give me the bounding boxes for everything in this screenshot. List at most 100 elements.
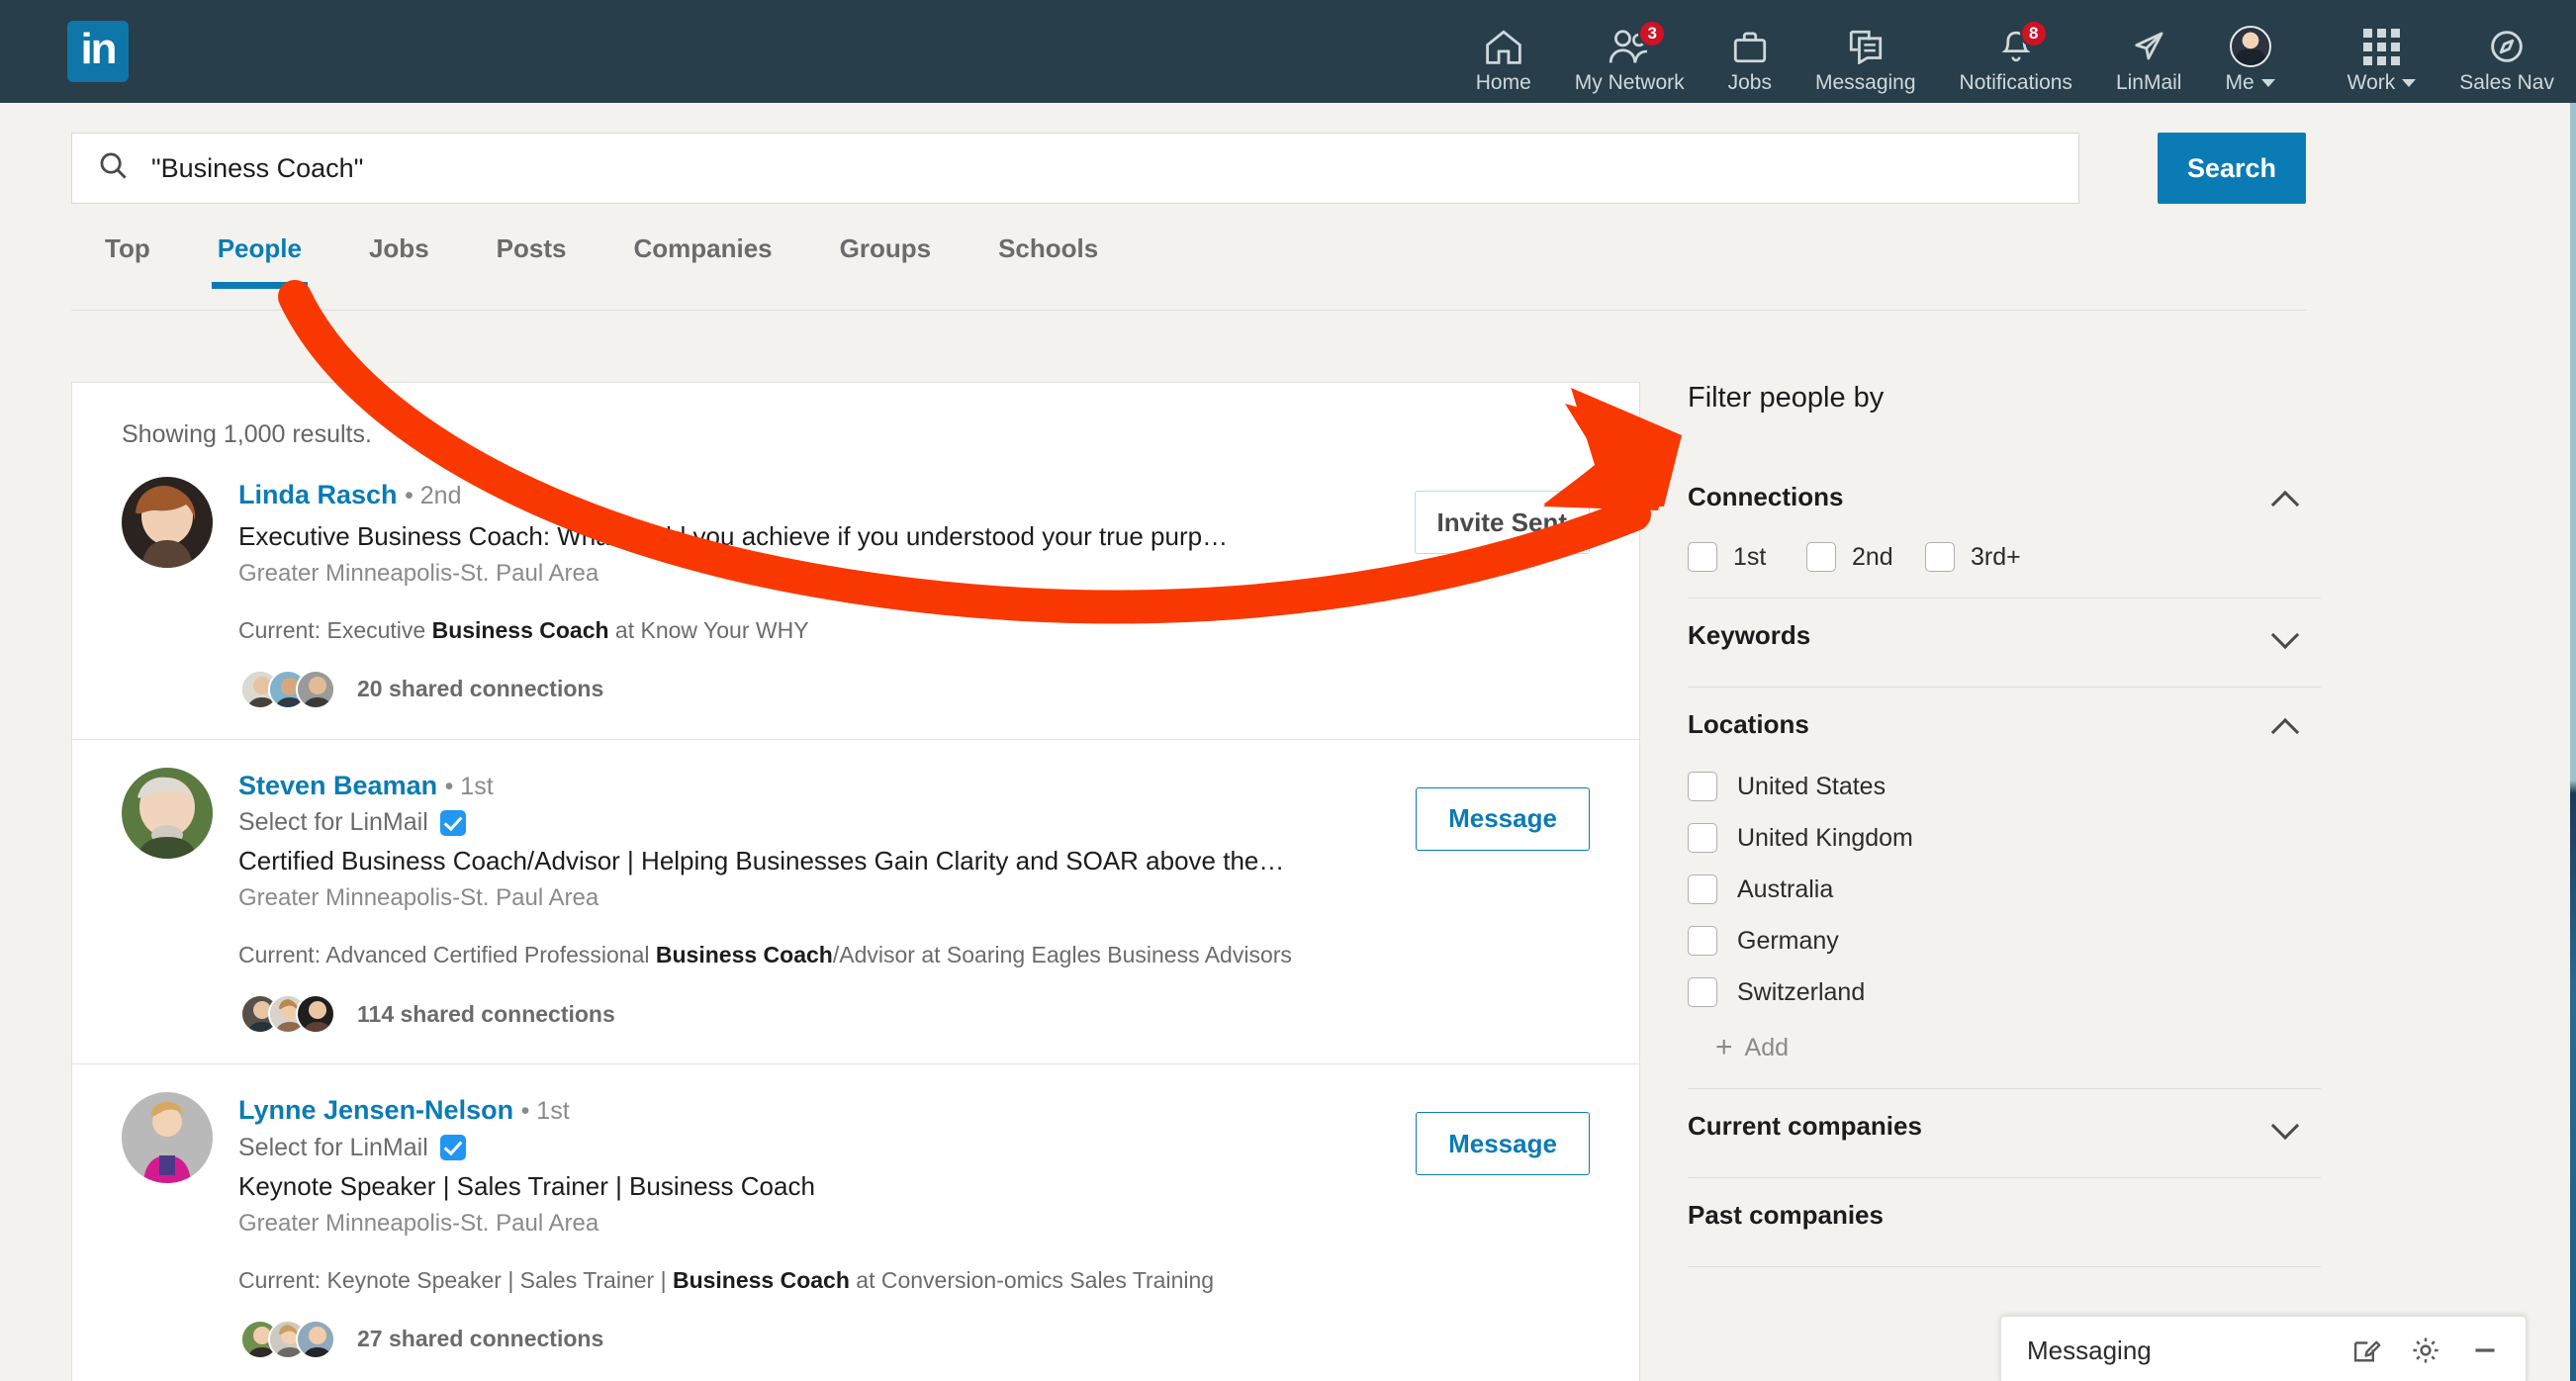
home-icon bbox=[1484, 24, 1523, 69]
tab-top[interactable]: Top bbox=[71, 228, 184, 286]
nav-item-home[interactable]: Home bbox=[1454, 24, 1553, 103]
filter-option-switzerland[interactable]: Switzerland bbox=[1688, 977, 2321, 1007]
facepile-avatar bbox=[296, 669, 335, 709]
filter-option-united-states[interactable]: United States bbox=[1688, 772, 2321, 801]
nav-item-messaging[interactable]: Messaging bbox=[1794, 24, 1938, 103]
message-button[interactable]: Message bbox=[1416, 786, 1590, 851]
scroll-edge-artifact bbox=[2570, 103, 2576, 1381]
select-for-linmail[interactable]: Select for LinMail bbox=[238, 808, 1590, 837]
search-bar[interactable] bbox=[71, 133, 2079, 204]
checkbox[interactable] bbox=[1688, 977, 1717, 1007]
avatar[interactable] bbox=[122, 1092, 213, 1184]
tab-schools[interactable]: Schools bbox=[965, 228, 1132, 286]
avatar[interactable] bbox=[122, 767, 213, 859]
filter-option-germany[interactable]: Germany bbox=[1688, 926, 2321, 956]
linkedin-logo-text: in bbox=[67, 21, 129, 82]
checkbox[interactable] bbox=[1688, 875, 1717, 904]
filter-option-label: Germany bbox=[1737, 926, 1839, 955]
filter-option-label: Australia bbox=[1737, 875, 1834, 903]
chevron-down-icon[interactable] bbox=[2273, 1114, 2299, 1140]
filter-option-1st[interactable]: 1st bbox=[1688, 542, 1806, 572]
filter-option-label: United Kingdom bbox=[1737, 823, 1913, 852]
select-for-linmail-label: Select for LinMail bbox=[238, 808, 428, 837]
tab-people[interactable]: People bbox=[184, 228, 335, 289]
filter-label-connections: Connections bbox=[1688, 482, 1844, 511]
checkbox[interactable] bbox=[1688, 926, 1717, 956]
result-row: Lynne Jensen-Nelson • 1st Select for Lin… bbox=[122, 1092, 1590, 1381]
filter-label-past-companies: Past companies bbox=[1688, 1200, 1884, 1230]
add-location-label: Add bbox=[1744, 1033, 1790, 1061]
result-name[interactable]: Linda Rasch bbox=[238, 480, 398, 509]
tab-jobs[interactable]: Jobs bbox=[335, 228, 463, 286]
search-input[interactable] bbox=[151, 152, 2053, 184]
chevron-down-icon[interactable] bbox=[2273, 623, 2299, 649]
nav-item-my-network[interactable]: 3 My Network bbox=[1553, 20, 1706, 103]
nav-item-notifications[interactable]: 8 Notifications bbox=[1938, 20, 2094, 103]
filter-option-3rd-plus[interactable]: 3rd+ bbox=[1925, 542, 2044, 572]
linkedin-search-page: in Home 3 My Network Jobs Messaging 8 No… bbox=[0, 0, 2576, 1381]
avatar[interactable] bbox=[122, 477, 213, 568]
result-name-line: Steven Beaman • 1st bbox=[238, 770, 1590, 803]
linkedin-logo[interactable]: in bbox=[0, 0, 129, 103]
search-zone: Search Top People Jobs Posts Companies G… bbox=[0, 103, 2576, 311]
shared-connections[interactable]: 114 shared connections bbox=[238, 994, 1590, 1063]
bell-icon: 8 bbox=[1998, 20, 2048, 69]
result-name[interactable]: Steven Beaman bbox=[238, 771, 437, 800]
chevron-up-icon[interactable] bbox=[2273, 485, 2299, 510]
add-location-button[interactable]: + Add bbox=[1688, 1033, 2321, 1062]
filter-option-2nd[interactable]: 2nd bbox=[1806, 542, 1925, 572]
nav-label-my-network: My Network bbox=[1574, 71, 1685, 94]
tab-groups[interactable]: Groups bbox=[806, 228, 965, 286]
results-count: Showing 1,000 results. bbox=[122, 420, 372, 448]
filter-header-locations[interactable]: Locations bbox=[1688, 688, 2321, 750]
current-suffix: /Advisor at Soaring Eagles Business Advi… bbox=[832, 942, 1292, 968]
nav-label-jobs: Jobs bbox=[1727, 71, 1772, 94]
filter-option-label: 2nd bbox=[1852, 542, 1893, 571]
result-headline: Keynote Speaker | Sales Trainer | Busine… bbox=[238, 1170, 815, 1201]
filter-header-connections[interactable]: Connections bbox=[1688, 460, 2321, 522]
gear-icon[interactable] bbox=[2411, 1335, 2440, 1365]
linmail-checkbox[interactable] bbox=[439, 809, 466, 836]
compose-icon[interactable] bbox=[2351, 1335, 2381, 1365]
top-navigation-bar: in Home 3 My Network Jobs Messaging 8 No… bbox=[0, 0, 2576, 103]
nav-item-sales-nav[interactable]: Sales Nav bbox=[2438, 24, 2576, 103]
result-item: Steven Beaman • 1st Select for LinMail C… bbox=[72, 740, 1639, 1065]
chevron-up-icon[interactable] bbox=[2273, 712, 2299, 738]
filter-option-australia[interactable]: Australia bbox=[1688, 875, 2321, 904]
checkbox[interactable] bbox=[1925, 542, 1955, 572]
nav-label-me: Me bbox=[2225, 71, 2275, 95]
filter-label-locations: Locations bbox=[1688, 709, 1809, 739]
checkbox[interactable] bbox=[1688, 772, 1717, 801]
linmail-checkbox[interactable] bbox=[439, 1135, 466, 1161]
filter-option-united-kingdom[interactable]: United Kingdom bbox=[1688, 823, 2321, 853]
messaging-widget[interactable]: Messaging bbox=[2000, 1316, 2527, 1381]
nav-item-linmail[interactable]: LinMail bbox=[2094, 24, 2204, 103]
result-headline: Certified Business Coach/Advisor | Helpi… bbox=[238, 846, 1285, 876]
result-item: Lynne Jensen-Nelson • 1st Select for Lin… bbox=[72, 1064, 1639, 1381]
invite-sent-button[interactable]: Invite Sent bbox=[1414, 491, 1590, 554]
me-label-text: Me bbox=[2225, 71, 2254, 94]
tab-companies[interactable]: Companies bbox=[599, 228, 805, 286]
filter-header-keywords[interactable]: Keywords bbox=[1688, 598, 2321, 661]
shared-connections[interactable]: 27 shared connections bbox=[238, 1319, 1590, 1381]
checkbox[interactable] bbox=[1688, 823, 1717, 853]
result-name[interactable]: Lynne Jensen-Nelson bbox=[238, 1095, 513, 1125]
checkbox[interactable] bbox=[1688, 542, 1717, 572]
current-suffix: at Know Your WHY bbox=[608, 616, 809, 643]
select-for-linmail[interactable]: Select for LinMail bbox=[238, 1134, 1590, 1162]
nav-label-sales-nav: Sales Nav bbox=[2459, 71, 2554, 94]
message-button[interactable]: Message bbox=[1416, 1112, 1590, 1176]
filter-header-current-companies[interactable]: Current companies bbox=[1688, 1089, 2321, 1151]
nav-item-jobs[interactable]: Jobs bbox=[1706, 24, 1794, 103]
shared-connections[interactable]: 20 shared connections bbox=[238, 669, 1590, 739]
current-prefix: Current: Executive bbox=[238, 616, 432, 643]
nav-item-me[interactable]: Me bbox=[2203, 24, 2296, 103]
filter-option-label: United States bbox=[1737, 772, 1886, 800]
tab-posts[interactable]: Posts bbox=[463, 228, 600, 286]
filter-sidebar: Filter people by Connections 1st 2nd 3rd… bbox=[1688, 382, 2321, 1267]
minimize-icon[interactable] bbox=[2470, 1335, 2500, 1365]
filter-header-past-companies[interactable]: Past companies bbox=[1688, 1178, 2321, 1241]
checkbox[interactable] bbox=[1806, 542, 1836, 572]
nav-item-work[interactable]: Work bbox=[2326, 24, 2438, 103]
search-button[interactable]: Search bbox=[2158, 133, 2306, 204]
